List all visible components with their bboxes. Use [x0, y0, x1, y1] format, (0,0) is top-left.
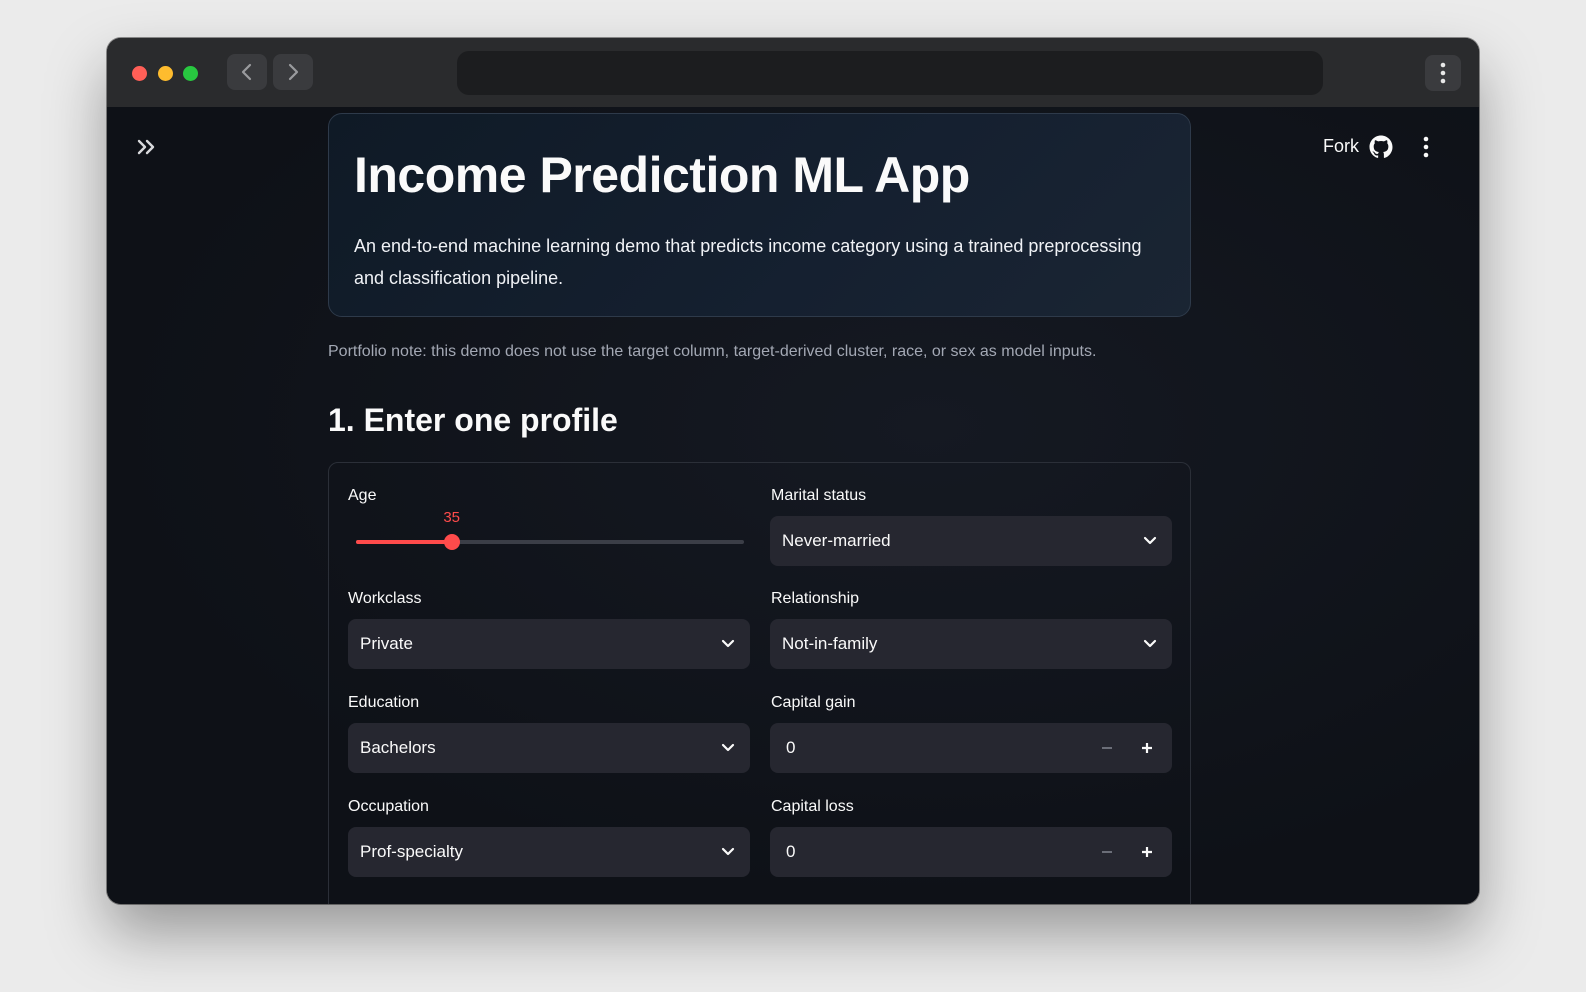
capital-gain-decrement-button[interactable] — [1094, 735, 1120, 761]
age-value: 35 — [443, 509, 460, 526]
hero-card: Income Prediction ML App An end-to-end m… — [328, 113, 1191, 317]
plus-icon — [1142, 847, 1152, 857]
minimize-window-button[interactable] — [158, 66, 173, 81]
capital-gain-increment-button[interactable] — [1134, 735, 1160, 761]
profile-form: Age 35 Marital status Never-married Work… — [328, 462, 1191, 904]
forward-button[interactable] — [273, 54, 313, 90]
workclass-label: Workclass — [348, 590, 422, 607]
age-label: Age — [348, 487, 377, 504]
browser-menu-button[interactable] — [1425, 55, 1461, 91]
relationship-select[interactable]: Not-in-family — [770, 619, 1172, 669]
workclass-value: Private — [360, 634, 413, 653]
chevron-down-icon — [721, 743, 735, 752]
app-menu-button[interactable] — [1418, 135, 1434, 159]
age-slider-thumb[interactable] — [443, 534, 460, 550]
capital-loss-label: Capital loss — [771, 798, 854, 815]
education-select[interactable]: Bachelors — [348, 723, 750, 773]
education-value: Bachelors — [360, 738, 436, 757]
plus-icon — [1142, 743, 1152, 753]
occupation-value: Prof-specialty — [360, 842, 463, 861]
capital-gain-label: Capital gain — [771, 694, 856, 711]
close-window-button[interactable] — [132, 66, 147, 81]
chevron-down-icon — [1143, 536, 1157, 545]
minus-icon — [1102, 851, 1112, 853]
chevron-down-icon — [721, 639, 735, 648]
relationship-value: Not-in-family — [782, 634, 878, 653]
minus-icon — [1102, 747, 1112, 749]
page-title: Income Prediction ML App — [354, 147, 970, 203]
github-icon[interactable] — [1369, 135, 1393, 159]
capital-loss-value[interactable]: 0 — [786, 842, 795, 862]
maximize-window-button[interactable] — [183, 66, 198, 81]
marital-status-value: Never-married — [782, 531, 891, 550]
workclass-select[interactable]: Private — [348, 619, 750, 669]
relationship-label: Relationship — [771, 590, 860, 607]
capital-loss-decrement-button[interactable] — [1094, 839, 1120, 865]
browser-toolbar — [107, 38, 1479, 107]
page-description: An end-to-end machine learning demo that… — [354, 236, 1142, 288]
capital-gain-input[interactable]: 0 — [770, 723, 1172, 773]
age-slider-fill — [356, 540, 452, 544]
kebab-menu-icon — [1423, 136, 1429, 158]
double-chevron-right-icon — [137, 139, 155, 155]
chevron-left-icon — [241, 63, 252, 81]
app-main: Fork Income Prediction ML App An end-to-… — [107, 107, 1479, 904]
chevron-right-icon — [288, 63, 299, 81]
marital-status-label: Marital status — [771, 487, 867, 504]
capital-loss-input[interactable]: 0 — [770, 827, 1172, 877]
chevron-down-icon — [1143, 639, 1157, 648]
chevron-down-icon — [721, 847, 735, 856]
sidebar-toggle-button[interactable] — [135, 135, 159, 159]
section-title: 1. Enter one profile — [328, 402, 618, 438]
address-bar[interactable] — [457, 51, 1323, 95]
education-label: Education — [348, 694, 420, 711]
marital-status-select[interactable]: Never-married — [770, 516, 1172, 566]
capital-loss-increment-button[interactable] — [1134, 839, 1160, 865]
occupation-label: Occupation — [348, 798, 429, 815]
kebab-menu-icon — [1440, 62, 1446, 84]
occupation-select[interactable]: Prof-specialty — [348, 827, 750, 877]
fork-button[interactable]: Fork — [1323, 136, 1359, 157]
capital-gain-value[interactable]: 0 — [786, 738, 795, 758]
browser-window: Fork Income Prediction ML App An end-to-… — [107, 38, 1479, 904]
back-button[interactable] — [227, 54, 267, 90]
age-slider[interactable] — [356, 534, 744, 550]
portfolio-note: Portfolio note: this demo does not use t… — [328, 343, 1097, 360]
